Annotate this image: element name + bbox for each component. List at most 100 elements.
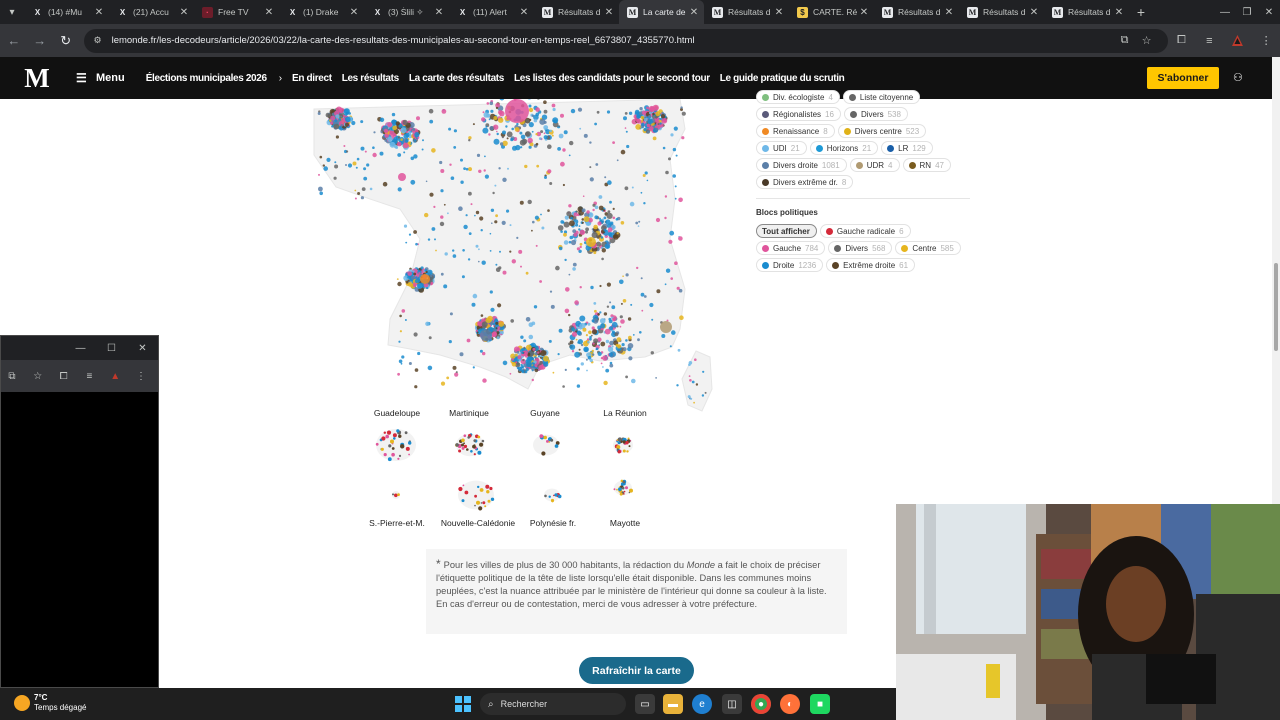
commune-dot[interactable] xyxy=(466,338,471,343)
commune-dot[interactable] xyxy=(625,375,628,379)
commune-dot[interactable] xyxy=(576,330,582,336)
commune-dot[interactable] xyxy=(523,339,527,343)
commune-dot[interactable] xyxy=(480,314,484,317)
commune-dot[interactable] xyxy=(480,229,483,232)
tab-list-chevron-icon[interactable]: ▾ xyxy=(0,0,24,24)
commune-dot[interactable] xyxy=(552,117,559,124)
commune-dot[interactable] xyxy=(581,208,586,213)
commune-dot[interactable] xyxy=(695,383,699,386)
commune-dot[interactable] xyxy=(575,328,578,331)
commune-dot[interactable] xyxy=(550,304,555,309)
commune-dot[interactable] xyxy=(525,119,530,124)
commune-dot[interactable] xyxy=(568,240,572,244)
commune-dot[interactable] xyxy=(476,500,480,505)
commune-dot[interactable] xyxy=(414,278,420,284)
commune-dot[interactable] xyxy=(615,218,619,221)
commune-dot[interactable] xyxy=(479,216,484,221)
commune-dot[interactable] xyxy=(640,191,643,194)
commune-dot[interactable] xyxy=(609,361,613,365)
commune-dot[interactable] xyxy=(641,122,645,127)
commune-dot[interactable] xyxy=(549,290,553,293)
mini-map-saint-pierre[interactable] xyxy=(370,475,422,515)
commune-dot[interactable] xyxy=(470,450,473,453)
commune-dot[interactable] xyxy=(564,308,570,314)
commune-dot[interactable] xyxy=(405,241,408,244)
commune-dot[interactable] xyxy=(464,490,469,495)
commune-dot[interactable] xyxy=(625,273,629,277)
commune-dot[interactable] xyxy=(624,112,628,115)
commune-dot[interactable] xyxy=(461,443,464,447)
commune-dot[interactable] xyxy=(430,274,433,278)
commune-dot[interactable] xyxy=(474,494,477,498)
commune-dot[interactable] xyxy=(364,150,367,153)
commune-dot[interactable] xyxy=(600,341,606,347)
commune-dot[interactable] xyxy=(372,146,375,149)
commune-dot[interactable] xyxy=(343,145,346,147)
commune-dot[interactable] xyxy=(688,375,691,377)
edge-browser-icon[interactable]: e xyxy=(692,694,712,714)
commune-dot[interactable] xyxy=(558,133,564,139)
commune-dot[interactable] xyxy=(427,365,433,371)
commune-dot[interactable] xyxy=(600,323,606,329)
subscribe-button[interactable]: S'abonner xyxy=(1147,67,1219,89)
commune-dot[interactable] xyxy=(602,355,608,361)
commune-dot[interactable] xyxy=(674,197,677,200)
commune-dot[interactable] xyxy=(383,431,386,434)
commune-dot[interactable] xyxy=(489,486,493,491)
tab-close-icon[interactable]: ✕ xyxy=(688,7,700,18)
commune-dot[interactable] xyxy=(424,212,429,218)
more-menu-icon[interactable]: ⋮ xyxy=(1252,34,1280,47)
commune-dot[interactable] xyxy=(334,161,337,164)
commune-dot[interactable] xyxy=(569,344,576,350)
commune-dot[interactable] xyxy=(408,131,412,134)
commune-dot[interactable] xyxy=(549,129,552,133)
commune-dot[interactable] xyxy=(651,318,654,321)
browser-tab[interactable]: M Résultats d ✕ xyxy=(959,0,1044,24)
commune-dot[interactable] xyxy=(611,305,616,310)
commune-dot[interactable] xyxy=(607,346,614,352)
commune-dot[interactable] xyxy=(605,219,611,225)
windows-start-icon[interactable] xyxy=(455,696,471,712)
commune-dot[interactable] xyxy=(490,109,494,113)
commune-dot[interactable] xyxy=(355,166,358,169)
commune-dot[interactable] xyxy=(594,309,597,313)
bookmark-star-icon[interactable]: ☆ xyxy=(1136,34,1158,47)
commune-dot[interactable] xyxy=(563,240,569,245)
commune-dot[interactable] xyxy=(413,139,417,142)
commune-dot[interactable] xyxy=(363,176,368,181)
commune-dot[interactable] xyxy=(628,111,633,115)
commune-dot[interactable] xyxy=(444,252,448,256)
float-bookmark-icon[interactable]: ☆ xyxy=(29,371,47,382)
commune-dot[interactable] xyxy=(635,221,639,225)
commune-dot[interactable] xyxy=(427,269,433,275)
commune-dot[interactable] xyxy=(392,433,397,438)
commune-dot[interactable] xyxy=(489,290,493,294)
commune-dot[interactable] xyxy=(384,133,389,138)
commune-dot[interactable] xyxy=(625,339,628,342)
commune-dot[interactable] xyxy=(407,275,411,279)
scrollbar-thumb[interactable] xyxy=(1274,263,1278,351)
commune-dot[interactable] xyxy=(655,217,661,223)
commune-dot[interactable] xyxy=(636,114,641,119)
tab-close-icon[interactable]: ✕ xyxy=(93,7,105,18)
commune-dot[interactable] xyxy=(656,289,661,294)
commune-dot[interactable] xyxy=(623,116,627,121)
commune-dot[interactable] xyxy=(521,138,528,145)
commune-dot[interactable] xyxy=(588,330,592,335)
commune-dot[interactable] xyxy=(485,125,488,128)
float-minimize-icon[interactable]: — xyxy=(65,343,96,354)
commune-dot[interactable] xyxy=(461,438,465,443)
tab-close-icon[interactable]: ✕ xyxy=(263,7,275,18)
commune-dot[interactable] xyxy=(499,99,505,101)
commune-dot[interactable] xyxy=(477,435,481,439)
commune-dot[interactable] xyxy=(678,197,683,203)
commune-dot[interactable] xyxy=(449,163,452,166)
commune-dot[interactable] xyxy=(493,138,500,145)
commune-dot[interactable] xyxy=(609,200,612,204)
commune-dot[interactable] xyxy=(458,206,463,211)
commune-dot[interactable] xyxy=(577,341,580,344)
commune-dot[interactable] xyxy=(579,245,582,249)
commune-dot[interactable] xyxy=(525,344,532,351)
commune-dot[interactable] xyxy=(547,209,550,212)
commune-dot[interactable] xyxy=(516,351,520,354)
